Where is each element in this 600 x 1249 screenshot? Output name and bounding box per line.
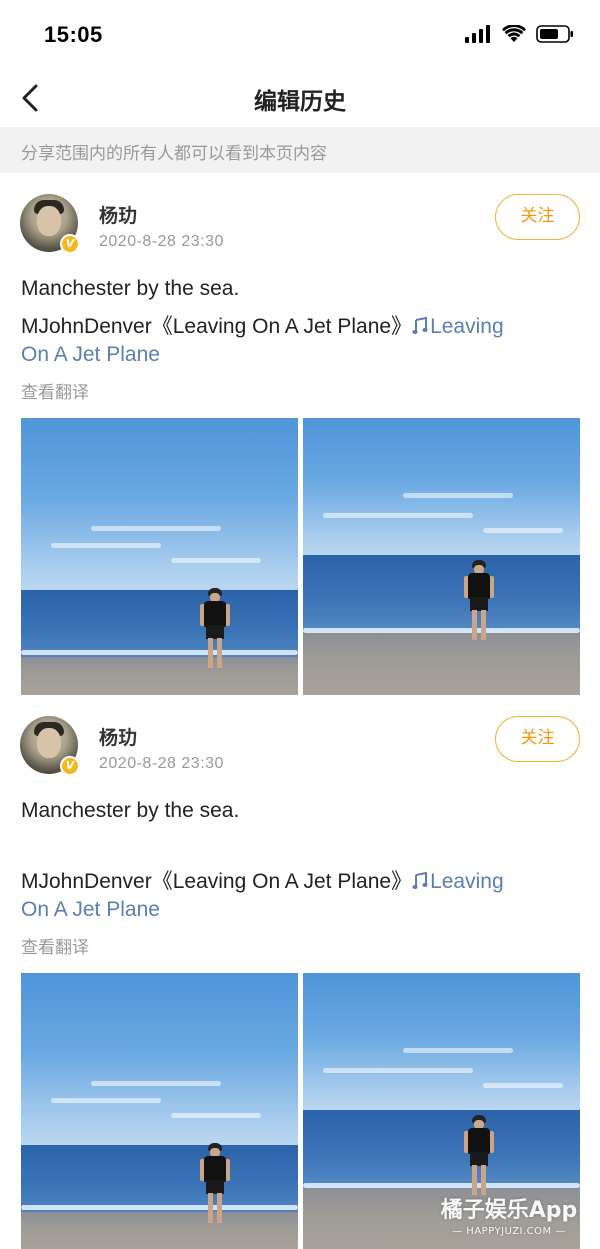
post-text-line: Manchester by the sea. — [21, 277, 240, 300]
music-link-continued[interactable]: On A Jet Plane — [21, 898, 160, 922]
music-note-icon — [412, 317, 428, 334]
verified-badge-icon: V — [60, 234, 80, 254]
wifi-icon — [502, 25, 526, 42]
follow-button[interactable]: 关注 — [495, 716, 580, 762]
music-link-text: Leaving — [430, 315, 504, 338]
watermark: 橘子娱乐App — HAPPYJUZI.COM — — [434, 1192, 584, 1237]
notice-text: 分享范围内的所有人都可以看到本页内容 — [21, 144, 327, 164]
status-bar: 15:05 — [0, 0, 600, 70]
post-photo[interactable] — [21, 973, 298, 1249]
follow-button[interactable]: 关注 — [495, 194, 580, 240]
translate-link[interactable]: 查看翻译 — [21, 378, 89, 403]
status-icons — [464, 25, 574, 43]
post-time: 2020-8-28 23:30 — [99, 755, 224, 772]
username[interactable]: 杨玏 — [99, 723, 137, 750]
music-link-continued[interactable]: On A Jet Plane — [21, 343, 160, 367]
song-text: MJohnDenver《Leaving On A Jet Plane》 — [21, 870, 413, 893]
avatar[interactable]: V — [20, 716, 80, 776]
post-time: 2020-8-28 23:30 — [99, 233, 224, 250]
page-title: 编辑历史 — [254, 89, 346, 115]
nav-bar: 编辑历史 — [0, 70, 600, 126]
post-photo[interactable] — [303, 418, 580, 695]
music-link[interactable]: Leaving — [412, 870, 504, 893]
signal-icon — [465, 25, 490, 43]
post-text-line: MJohnDenver《Leaving On A Jet Plane》 Leavi… — [21, 310, 504, 340]
music-note-icon — [412, 872, 428, 889]
translate-link[interactable]: 查看翻译 — [21, 933, 89, 958]
song-text: MJohnDenver《Leaving On A Jet Plane》 — [21, 315, 413, 338]
post-photo[interactable] — [21, 418, 298, 695]
music-link[interactable]: Leaving — [412, 315, 504, 338]
avatar[interactable]: V — [20, 194, 80, 254]
share-scope-notice: 分享范围内的所有人都可以看到本页内容 — [0, 127, 600, 173]
watermark-main: 橘子娱乐App — [440, 1198, 578, 1223]
username[interactable]: 杨玏 — [99, 201, 137, 228]
post-text-line: MJohnDenver《Leaving On A Jet Plane》 Leavi… — [21, 865, 504, 895]
verified-badge-icon: V — [60, 756, 80, 776]
post-text-line: Manchester by the sea. — [21, 799, 240, 822]
watermark-sub: — HAPPYJUZI.COM — — [452, 1226, 566, 1237]
battery-icon — [536, 25, 573, 43]
status-time: 15:05 — [44, 22, 103, 47]
music-link-text: Leaving — [430, 870, 504, 893]
